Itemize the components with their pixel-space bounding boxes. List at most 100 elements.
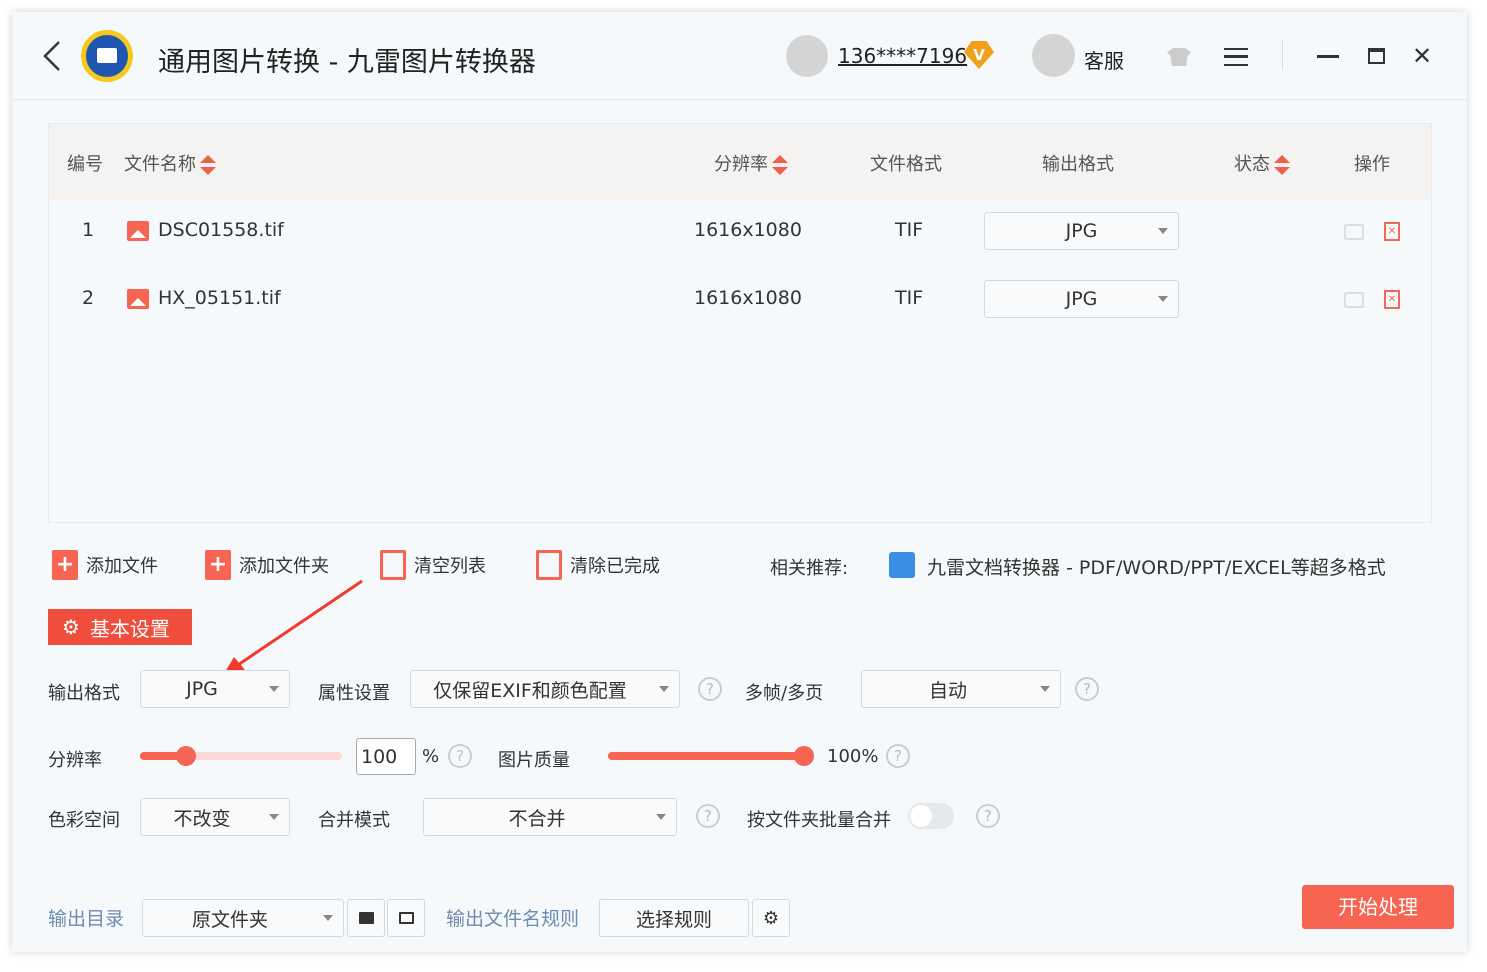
open-folder-icon[interactable] <box>1344 224 1364 240</box>
attr-select[interactable]: 仅保留EXIF和颜色配置 <box>410 670 680 708</box>
output-dir-select[interactable]: 原文件夹 <box>142 899 344 937</box>
col-action: 操作 <box>1354 154 1390 175</box>
merge-select[interactable]: 不合并 <box>423 798 677 836</box>
browse-folder-button[interactable] <box>347 899 385 937</box>
sort-icon[interactable] <box>200 155 216 175</box>
name-rule-value: 选择规则 <box>635 908 712 931</box>
row-output-select[interactable]: JPG <box>984 280 1179 318</box>
output-dir-value: 原文件夹 <box>191 908 268 931</box>
merge-value: 不合并 <box>508 807 566 830</box>
col-index: 编号 <box>67 154 103 175</box>
help-icon[interactable]: ? <box>696 804 720 828</box>
col-resolution-label: 分辨率 <box>714 154 768 175</box>
resolution-slider[interactable] <box>140 746 342 766</box>
avatar[interactable] <box>786 35 828 77</box>
col-resolution[interactable]: 分辨率 <box>714 150 788 176</box>
add-file-icon: + <box>52 550 78 580</box>
trash-icon <box>380 550 406 580</box>
add-file-button[interactable]: + 添加文件 <box>52 550 158 580</box>
multiframe-value: 自动 <box>928 679 967 702</box>
row-output-select[interactable]: JPG <box>984 212 1179 250</box>
start-button[interactable]: 开始处理 <box>1302 885 1454 929</box>
col-format: 文件格式 <box>870 154 942 175</box>
help-icon[interactable]: ? <box>698 677 722 701</box>
open-folder-icon[interactable] <box>1344 292 1364 308</box>
quality-label: 图片质量 <box>498 750 570 771</box>
name-rule-label[interactable]: 输出文件名规则 <box>446 904 579 931</box>
gear-icon: ⚙ <box>62 615 80 639</box>
row-resolution: 1616x1080 <box>694 219 802 241</box>
output-dir-label[interactable]: 输出目录 <box>48 904 124 931</box>
trash-icon <box>536 550 562 580</box>
col-filename[interactable]: 文件名称 <box>124 150 216 176</box>
merge-label: 合并模式 <box>318 810 390 831</box>
colorspace-value: 不改变 <box>173 807 231 830</box>
image-file-icon <box>127 289 149 309</box>
help-icon[interactable]: ? <box>976 804 1000 828</box>
delete-icon[interactable]: ✕ <box>1384 290 1400 309</box>
app-title: 通用图片转换 - 九雷图片转换器 <box>158 47 536 78</box>
add-folder-button[interactable]: + 添加文件夹 <box>205 550 329 580</box>
title-bar: 通用图片转换 - 九雷图片转换器 136****7196 V 客服 ✕ <box>12 12 1467 100</box>
row-output-value: JPG <box>1065 288 1098 310</box>
sort-icon[interactable] <box>1274 155 1290 175</box>
multiframe-label: 多帧/多页 <box>745 683 824 704</box>
app-window: 通用图片转换 - 九雷图片转换器 136****7196 V 客服 ✕ 编号 文… <box>12 12 1467 952</box>
open-folder-button[interactable] <box>387 899 425 937</box>
quality-slider[interactable] <box>608 746 814 766</box>
clear-list-label: 清空列表 <box>414 556 486 577</box>
vip-badge: V <box>964 41 994 69</box>
resolution-unit: % <box>422 746 440 767</box>
output-format-value: JPG <box>186 678 218 700</box>
app-logo-icon <box>81 30 133 82</box>
output-format-label: 输出格式 <box>48 683 120 704</box>
batch-merge-label: 按文件夹批量合并 <box>747 810 891 831</box>
resolution-label: 分辨率 <box>48 750 102 771</box>
close-button[interactable]: ✕ <box>1412 42 1432 70</box>
attr-label: 属性设置 <box>318 683 390 704</box>
quality-value: 100% <box>827 746 879 767</box>
name-rule-button[interactable]: 选择规则 <box>599 899 749 937</box>
col-filename-label: 文件名称 <box>124 154 196 175</box>
row-format: TIF <box>895 287 924 309</box>
help-icon[interactable]: ? <box>886 744 910 768</box>
minimize-button[interactable] <box>1317 55 1339 58</box>
row-index: 2 <box>82 287 95 309</box>
menu-icon[interactable] <box>1224 48 1248 66</box>
sort-icon[interactable] <box>772 155 788 175</box>
add-folder-label: 添加文件夹 <box>239 556 329 577</box>
support-link[interactable]: 客服 <box>1084 45 1124 74</box>
recommend-link[interactable]: 九雷文档转换器 - PDF/WORD/PPT/EXCEL等超多格式 <box>927 553 1386 580</box>
multiframe-select[interactable]: 自动 <box>861 670 1061 708</box>
help-icon[interactable]: ? <box>1075 677 1099 701</box>
help-icon[interactable]: ? <box>448 744 472 768</box>
clear-list-button[interactable]: 清空列表 <box>380 550 486 580</box>
col-status-label: 状态 <box>1234 154 1270 175</box>
clear-done-button[interactable]: 清除已完成 <box>536 550 660 580</box>
output-format-select[interactable]: JPG <box>140 670 290 708</box>
resolution-input[interactable]: 100 <box>356 738 416 775</box>
back-icon[interactable] <box>42 40 62 72</box>
username-link[interactable]: 136****7196 <box>838 44 967 68</box>
rule-settings-button[interactable]: ⚙ <box>752 899 790 937</box>
divider <box>1282 40 1283 70</box>
skin-icon[interactable] <box>1167 48 1191 66</box>
colorspace-select[interactable]: 不改变 <box>140 798 290 836</box>
headset-icon[interactable] <box>1032 34 1075 77</box>
folder-icon <box>358 912 374 924</box>
recommend-label: 相关推荐: <box>770 558 849 579</box>
add-folder-icon: + <box>205 550 231 580</box>
colorspace-label: 色彩空间 <box>48 810 120 831</box>
row-filename: DSC01558.tif <box>158 219 284 241</box>
resolution-value: 100 <box>361 745 398 768</box>
basic-settings-tab[interactable]: ⚙ 基本设置 <box>48 609 192 645</box>
attr-value: 仅保留EXIF和颜色配置 <box>433 679 627 702</box>
row-output-value: JPG <box>1065 220 1098 242</box>
batch-merge-toggle[interactable] <box>908 803 954 829</box>
basic-settings-label: 基本设置 <box>89 616 170 641</box>
gear-icon: ⚙ <box>762 907 780 929</box>
maximize-button[interactable] <box>1368 48 1385 64</box>
col-status[interactable]: 状态 <box>1234 150 1290 176</box>
add-file-label: 添加文件 <box>86 556 158 577</box>
delete-icon[interactable]: ✕ <box>1384 222 1400 241</box>
